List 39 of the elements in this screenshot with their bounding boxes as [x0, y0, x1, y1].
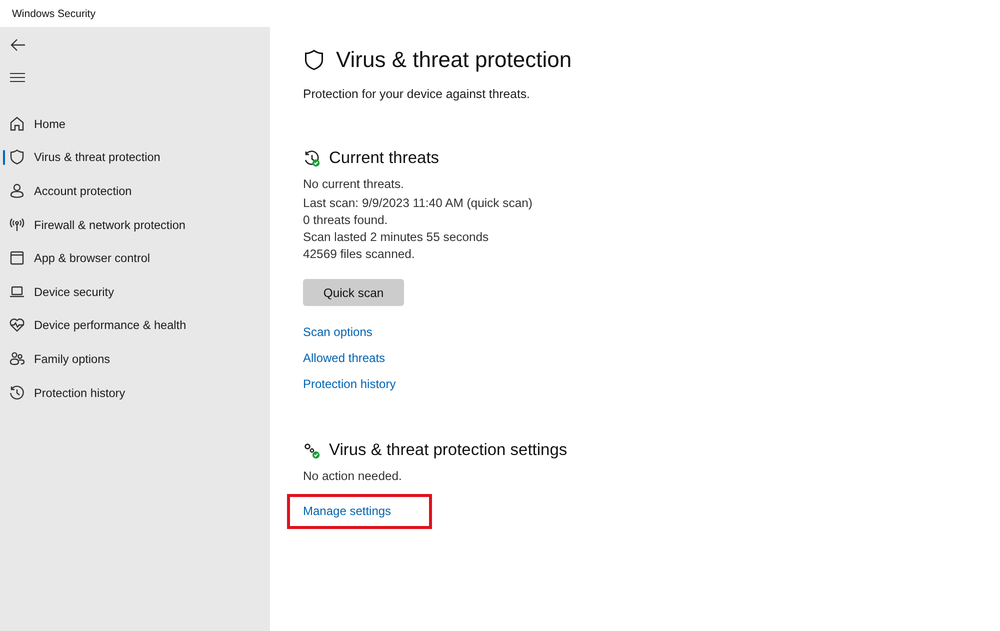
window-title: Windows Security — [12, 8, 96, 20]
menu-icon[interactable] — [10, 72, 25, 83]
section-title: Virus & threat protection settings — [329, 441, 568, 460]
sidebar-item[interactable]: Account protection — [0, 174, 270, 208]
sidebar-item[interactable]: Protection history — [0, 376, 270, 410]
link[interactable]: Protection history — [303, 376, 396, 393]
antenna-icon — [9, 216, 25, 233]
link[interactable]: Allowed threats — [303, 350, 386, 367]
status-text: No current threats. — [303, 176, 405, 193]
gears-check-icon — [303, 442, 321, 460]
back-icon[interactable] — [10, 38, 26, 52]
link[interactable]: Manage settings — [290, 497, 430, 526]
history-icon — [9, 384, 25, 401]
status-text: 0 threats found. — [303, 212, 389, 229]
sidebar-item[interactable]: Device performance & health — [0, 308, 270, 342]
person-icon — [9, 182, 25, 199]
heart-pulse-icon — [9, 317, 25, 334]
page-title: Virus & threat protection — [336, 47, 572, 73]
sidebar-item[interactable]: App & browser control — [0, 241, 270, 275]
sidebar-item[interactable]: Family options — [0, 342, 270, 376]
shield-icon — [9, 149, 25, 166]
status-text: 42569 files scanned. — [303, 246, 416, 263]
sidebar-item[interactable]: Virus & threat protection — [0, 140, 270, 174]
laptop-icon — [9, 284, 25, 300]
status-text: Scan lasted 2 minutes 55 seconds — [303, 229, 490, 246]
family-icon — [9, 350, 25, 367]
clock-check-icon — [303, 150, 321, 168]
sidebar-item[interactable]: Home — [0, 107, 270, 141]
sidebar-item[interactable]: Firewall & network protection — [0, 208, 270, 242]
window-icon — [9, 250, 25, 266]
sidebar-item[interactable]: Device security — [0, 274, 270, 309]
home-icon — [9, 116, 25, 132]
shield-icon — [303, 49, 325, 71]
page-subtitle: Protection for your device against threats. — [303, 87, 530, 101]
status-text: Last scan: 9/9/2023 11:40 AM (quick scan) — [303, 195, 532, 212]
status-text: No action needed. — [303, 468, 402, 485]
link[interactable]: Scan options — [303, 324, 372, 341]
quick-scan-button[interactable]: Quick scan — [303, 279, 404, 306]
section-title: Current threats — [329, 149, 440, 168]
